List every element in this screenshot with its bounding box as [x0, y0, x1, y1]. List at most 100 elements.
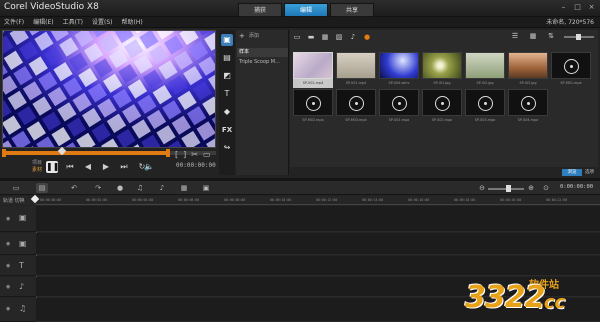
- transition-icon[interactable]: ◩: [221, 70, 233, 82]
- video-track-header[interactable]: ◉ ▣: [0, 206, 36, 232]
- split-clip-icon[interactable]: ✂: [191, 150, 198, 159]
- media-thumbnail[interactable]: SP-V01.mp4: [336, 52, 376, 88]
- add-folder-label[interactable]: 添加: [249, 32, 259, 41]
- home-icon[interactable]: ⏮: [64, 161, 76, 173]
- minimize-icon[interactable]: –: [559, 3, 568, 12]
- zoom-in-icon[interactable]: ⊕: [525, 183, 537, 193]
- enlarge-preview-icon[interactable]: ▭: [203, 150, 211, 159]
- path-icon[interactable]: ↬: [221, 142, 233, 154]
- library-toolbar: ▭ ▬ ▦ ▨ ♪ ● ☰ ▦ ⇅: [292, 32, 596, 42]
- mark-out-icon[interactable]: ]: [183, 150, 186, 159]
- menu-edit[interactable]: 编辑(E): [33, 18, 53, 27]
- media-thumbnail[interactable]: SP-S01.mpa: [379, 89, 419, 125]
- import-media-icon[interactable]: ▭: [292, 33, 302, 42]
- audio-thumbnail-image: [551, 52, 591, 79]
- menu-settings[interactable]: 设置(S): [92, 18, 113, 27]
- menu-tools[interactable]: 工具(T): [63, 18, 83, 27]
- voice-track-header[interactable]: ◉ ♪: [0, 277, 36, 297]
- volume-icon[interactable]: 🔈: [144, 162, 154, 171]
- track-manager-label[interactable]: 轨道 切换: [3, 197, 25, 204]
- track-visibility-icon[interactable]: ◉: [6, 284, 10, 290]
- thumbnail-size-slider[interactable]: [564, 33, 594, 40]
- zoom-out-icon[interactable]: ⊖: [476, 183, 488, 193]
- tab-share[interactable]: 共享: [330, 3, 374, 17]
- media-thumbnail[interactable]: SP-I02.jpg: [465, 52, 505, 88]
- media-icon[interactable]: ▣: [221, 34, 233, 46]
- sound-mixer-icon[interactable]: ♫: [134, 183, 146, 193]
- preview-image: [3, 31, 215, 147]
- player-timecode[interactable]: 00:00:00:00: [176, 162, 216, 169]
- track-visibility-icon[interactable]: ◉: [6, 263, 10, 269]
- subtitle-editor-icon[interactable]: ▣: [200, 183, 212, 193]
- trim-in-marker[interactable]: [2, 149, 6, 157]
- close-icon[interactable]: ×: [587, 3, 596, 12]
- web-media-icon[interactable]: ●: [362, 33, 372, 42]
- media-thumbnail[interactable]: SP-S04.mpa: [508, 89, 548, 125]
- media-thumbnail[interactable]: SP-V04.wmv: [379, 52, 419, 88]
- media-thumbnail[interactable]: SP-I01.jpg: [422, 52, 462, 88]
- show-audio-icon[interactable]: ♪: [348, 33, 358, 42]
- auto-music-icon[interactable]: ♪: [156, 183, 168, 193]
- folder-icon[interactable]: ▬: [306, 33, 316, 42]
- title-bar: Corel VideoStudio X8 捕获 编辑 共享 – □ ×: [0, 0, 600, 17]
- zoom-slider-knob[interactable]: [506, 185, 511, 192]
- media-thumbnail[interactable]: SP-V02.mp4: [293, 52, 333, 88]
- timeline-timecode[interactable]: 0:00:00:00: [560, 184, 593, 190]
- record-capture-icon[interactable]: ●: [114, 183, 126, 193]
- options-button[interactable]: 选项: [585, 169, 595, 176]
- music-track-header[interactable]: ◉ ♫: [0, 298, 36, 322]
- redo-icon[interactable]: ↷: [92, 183, 104, 193]
- trim-out-marker[interactable]: [166, 149, 170, 157]
- mode-project[interactable]: 项目: [32, 160, 42, 167]
- media-thumbnail[interactable]: SP-M03.mpa: [336, 89, 376, 125]
- track-visibility-icon[interactable]: ◉: [6, 241, 10, 247]
- media-thumbnail[interactable]: SP-M02.mpa: [293, 89, 333, 125]
- instant-project-icon[interactable]: ▤: [221, 52, 233, 64]
- restore-icon[interactable]: □: [573, 3, 582, 12]
- title-track-header[interactable]: ◉ T: [0, 256, 36, 276]
- storyboard-view-icon[interactable]: ▭: [10, 183, 22, 193]
- overlay-track[interactable]: [36, 233, 600, 255]
- mode-clip[interactable]: 素材: [32, 167, 42, 174]
- play-icon[interactable]: ❚❚: [46, 161, 59, 173]
- timeline-toolbar: ▭ ▤ ↶ ↷ ● ♫ ♪ ▦ ▣ ⊖ ⊕ ⊙ 0:00:00:00: [0, 181, 600, 195]
- track-visibility-icon[interactable]: ◉: [6, 216, 10, 222]
- add-folder-icon[interactable]: +: [239, 32, 245, 41]
- graphic-icon[interactable]: ◆: [221, 106, 233, 118]
- undo-icon[interactable]: ↶: [68, 183, 80, 193]
- player-mode[interactable]: 项目 素材: [32, 160, 42, 174]
- thumbnail-view-icon[interactable]: ▦: [528, 32, 538, 41]
- tab-edit[interactable]: 编辑: [284, 3, 328, 17]
- timeline-view-icon[interactable]: ▤: [36, 183, 48, 193]
- zoom-slider[interactable]: [488, 185, 524, 192]
- folder-item[interactable]: Triple Scoop M...: [237, 58, 288, 67]
- prev-frame-icon[interactable]: ◀: [82, 161, 94, 173]
- media-thumbnail[interactable]: SP-I03.jpg: [508, 52, 548, 88]
- project-info: 未命名, 720*576: [546, 19, 594, 26]
- menu-file[interactable]: 文件(F): [4, 18, 24, 27]
- track-visibility-icon[interactable]: ◉: [6, 306, 10, 312]
- media-thumbnail[interactable]: SP-M01.mpa: [551, 52, 591, 88]
- end-icon[interactable]: ⏭: [118, 161, 130, 173]
- filter-icon[interactable]: FX: [221, 124, 233, 136]
- fit-project-icon[interactable]: ⊙: [540, 183, 552, 193]
- media-thumbnail[interactable]: SP-S02.mpa: [422, 89, 462, 125]
- show-photo-icon[interactable]: ▨: [334, 33, 344, 42]
- list-view-icon[interactable]: ☰: [510, 32, 520, 41]
- tab-capture[interactable]: 捕获: [238, 3, 282, 17]
- video-track[interactable]: [36, 206, 600, 232]
- folder-item[interactable]: 样本: [237, 48, 288, 57]
- title-icon[interactable]: T: [221, 88, 233, 100]
- mark-in-icon[interactable]: [: [175, 150, 178, 159]
- next-frame-icon[interactable]: ▶: [100, 161, 112, 173]
- overlay-track-header[interactable]: ◉ ▣: [0, 233, 36, 255]
- menu-help[interactable]: 帮助(H): [121, 18, 142, 27]
- show-video-icon[interactable]: ▦: [320, 33, 330, 42]
- media-thumbnail[interactable]: SP-S03.mpa: [465, 89, 505, 125]
- browse-button[interactable]: 浏览: [562, 169, 582, 176]
- sort-icon[interactable]: ⇅: [546, 32, 556, 41]
- motion-tracking-icon[interactable]: ▦: [178, 183, 190, 193]
- timeline-ruler[interactable]: 00:00:00:00 00:00:02:00 00:00:04:00 00:00:0…: [36, 196, 600, 205]
- preview-window[interactable]: [2, 30, 216, 148]
- overlay-track-icon: ▣: [19, 239, 27, 248]
